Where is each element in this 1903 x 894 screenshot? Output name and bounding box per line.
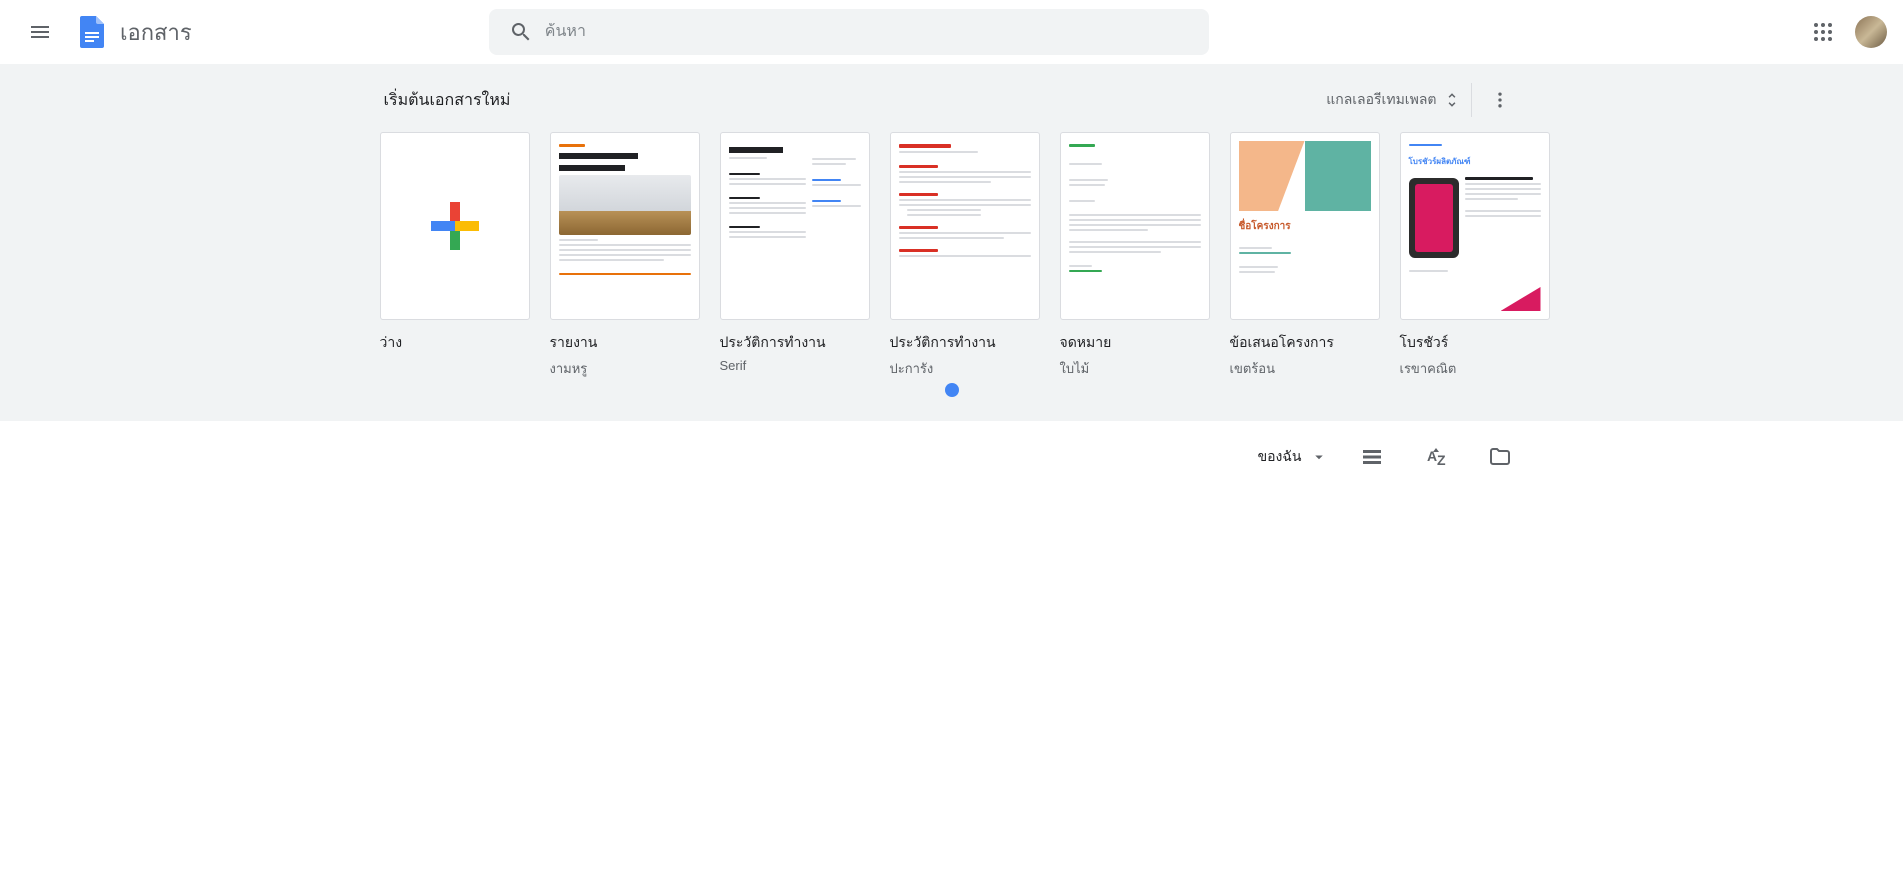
loading-indicator <box>945 383 959 397</box>
template-proposal[interactable]: ชื่อโครงการ ข้อเสนอโครงการ เขตร้อน <box>1230 132 1380 379</box>
template-subtitle: Serif <box>720 358 870 373</box>
more-vert-icon <box>1490 90 1510 110</box>
template-brochure[interactable]: โบรชัวร์ผลิตภัณฑ์ <box>1400 132 1550 379</box>
templates-title: เริ่มต้นเอกสารใหม่ <box>384 88 511 113</box>
search-input[interactable] <box>545 23 1201 41</box>
gallery-label: แกลเลอรีเทมเพลต <box>1326 89 1436 111</box>
open-file-picker-button[interactable] <box>1480 437 1520 477</box>
folder-icon <box>1488 445 1512 469</box>
templates-actions: แกลเลอรีเทมเพลต <box>1316 80 1519 120</box>
template-resume-coral[interactable]: ประวัติการทำงาน ปะการัง <box>890 132 1040 379</box>
template-subtitle: ใบไม้ <box>1060 358 1210 379</box>
template-title: โบรชัวร์ <box>1400 332 1550 354</box>
template-thumb <box>550 132 700 320</box>
main-menu-button[interactable] <box>16 8 64 56</box>
template-thumb: โบรชัวร์ผลิตภัณฑ์ <box>1400 132 1550 320</box>
template-thumb: ชื่อโครงการ <box>1230 132 1380 320</box>
svg-text:Z: Z <box>1437 452 1446 468</box>
template-title: จดหมาย <box>1060 332 1210 354</box>
template-thumb <box>380 132 530 320</box>
sort-button[interactable]: A Z <box>1416 437 1456 477</box>
search-box[interactable] <box>489 9 1209 55</box>
template-subtitle: ปะการัง <box>890 358 1040 379</box>
template-title: ประวัติการทำงาน <box>890 332 1040 354</box>
template-title: ประวัติการทำงาน <box>720 332 870 354</box>
templates-section: เริ่มต้นเอกสารใหม่ แกลเลอรีเทมเพลต ว่าง <box>0 64 1903 421</box>
list-view-button[interactable] <box>1352 437 1392 477</box>
template-letter[interactable]: จดหมาย ใบไม้ <box>1060 132 1210 379</box>
dropdown-icon <box>1310 448 1328 466</box>
unfold-icon <box>1443 91 1461 109</box>
plus-icon <box>431 202 479 250</box>
template-thumb <box>890 132 1040 320</box>
apps-icon <box>1811 20 1835 44</box>
template-thumb <box>720 132 870 320</box>
google-apps-button[interactable] <box>1803 12 1843 52</box>
docs-logo-icon <box>74 14 110 50</box>
template-resume-serif[interactable]: ประวัติการทำงาน Serif <box>720 132 870 379</box>
account-avatar[interactable] <box>1855 16 1887 48</box>
template-subtitle: เรขาคณิต <box>1400 358 1550 379</box>
app-title: เอกสาร <box>120 15 192 50</box>
search-container <box>489 9 1209 55</box>
template-title: ว่าง <box>380 332 530 354</box>
list-view-icon <box>1360 445 1384 469</box>
template-gallery-button[interactable]: แกลเลอรีเทมเพลต <box>1316 83 1471 117</box>
owner-filter-dropdown[interactable]: ของฉัน <box>1258 446 1328 468</box>
templates-grid: ว่าง รายงาน <box>376 132 1528 379</box>
template-title: รายงาน <box>550 332 700 354</box>
template-subtitle: เขตร้อน <box>1230 358 1380 379</box>
template-blank[interactable]: ว่าง <box>380 132 530 379</box>
owner-filter-label: ของฉัน <box>1258 446 1302 468</box>
template-subtitle: งามหรู <box>550 358 700 379</box>
docs-logo-button[interactable] <box>72 12 112 52</box>
header-actions <box>1803 12 1887 52</box>
documents-toolbar: ของฉัน A Z <box>372 437 1532 477</box>
template-title: ข้อเสนอโครงการ <box>1230 332 1380 354</box>
templates-header: เริ่มต้นเอกสารใหม่ แกลเลอรีเทมเพลต <box>376 80 1528 132</box>
template-thumb <box>1060 132 1210 320</box>
app-header: เอกสาร <box>0 0 1903 64</box>
sort-az-icon: A Z <box>1424 445 1448 469</box>
menu-icon <box>28 20 52 44</box>
search-icon <box>497 20 545 44</box>
template-report[interactable]: รายงาน งามหรู <box>550 132 700 379</box>
templates-more-button[interactable] <box>1480 80 1520 120</box>
